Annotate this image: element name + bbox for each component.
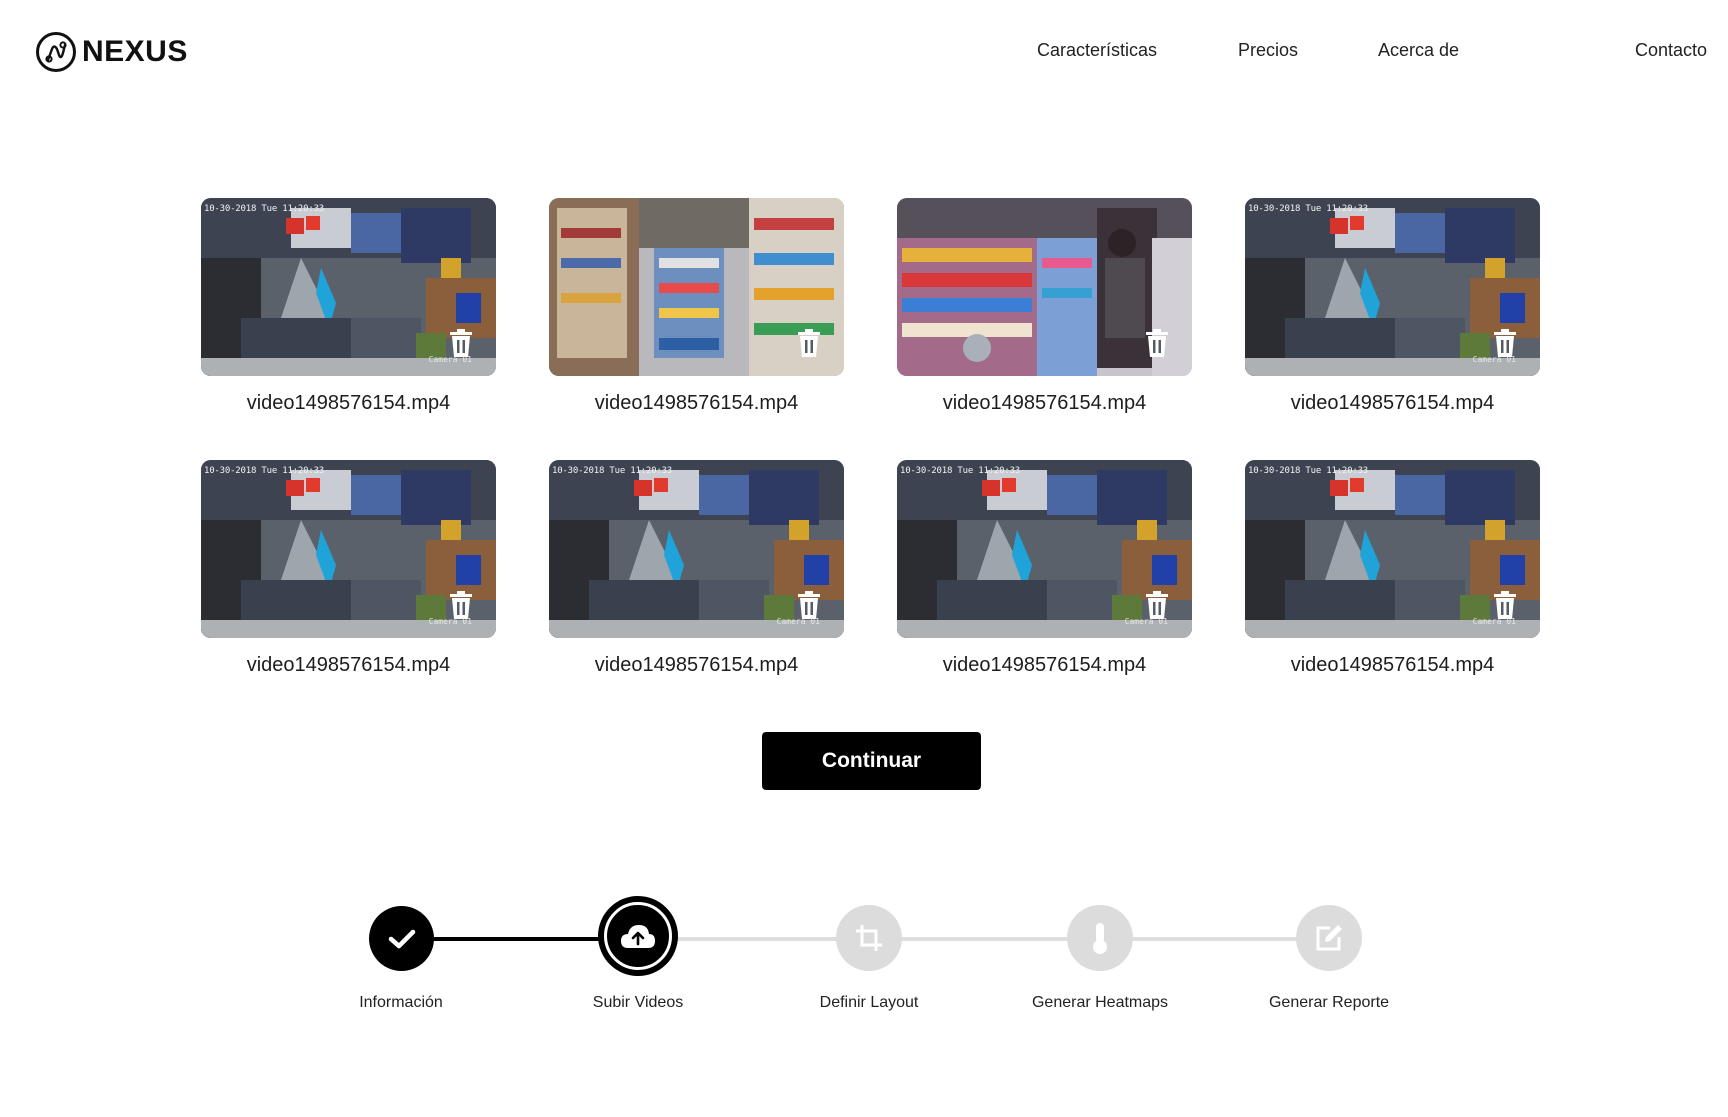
trash-icon[interactable]: [796, 328, 822, 358]
video-card[interactable]: 10-30-2018 Tue 11:20:33 Camera 01 video14…: [549, 460, 844, 682]
brand-name: NEXUS: [82, 35, 188, 68]
video-card[interactable]: video1498576154.mp4: [549, 198, 844, 420]
video-filename: video1498576154.mp4: [1290, 392, 1495, 414]
crop-icon: [856, 925, 882, 951]
nav-item-acerca-de[interactable]: Acerca de: [1378, 40, 1459, 61]
video-filename: video1498576154.mp4: [942, 654, 1147, 676]
video-timestamp: 10-30-2018 Tue 11:20:33: [1248, 204, 1369, 214]
step-label-definir-layout: Definir Layout: [819, 994, 919, 1011]
step-connector-pending: [638, 937, 1336, 941]
step-label-generar-heatmaps: Generar Heatmaps: [1031, 994, 1169, 1011]
nexus-logo-icon: [36, 32, 76, 72]
video-thumbnail[interactable]: 10-30-2018 Tue 11:20:33 Camera 01: [1245, 198, 1540, 376]
video-filename: video1498576154.mp4: [594, 654, 799, 676]
step-label-subir-videos: Subir Videos: [592, 994, 684, 1011]
trash-icon[interactable]: [448, 590, 474, 620]
video-timestamp: 10-30-2018 Tue 11:20:33: [204, 466, 325, 476]
step-subir-videos[interactable]: [598, 896, 678, 976]
video-card[interactable]: 10-30-2018 Tue 11:20:33 Camera 01 video14…: [201, 198, 496, 420]
step-label-informacion: Información: [359, 994, 443, 1011]
step-definir-layout[interactable]: [836, 905, 902, 971]
video-timestamp: 10-30-2018 Tue 11:20:33: [1248, 466, 1369, 476]
trash-icon[interactable]: [1144, 590, 1170, 620]
video-filename: video1498576154.mp4: [246, 654, 451, 676]
trash-icon[interactable]: [1492, 590, 1518, 620]
video-thumbnail[interactable]: [897, 198, 1192, 376]
video-card[interactable]: 10-30-2018 Tue 11:20:33 Camera 01 video14…: [1245, 198, 1540, 420]
page: NEXUS Características Precios Acerca de …: [0, 0, 1728, 1117]
thermometer-icon: [1093, 923, 1107, 954]
trash-icon[interactable]: [1144, 328, 1170, 358]
cloud-upload-icon: [621, 925, 655, 948]
main-nav: Características Precios Acerca de Contac…: [1028, 40, 1728, 70]
edit-icon: [1316, 925, 1342, 951]
video-thumbnail[interactable]: 10-30-2018 Tue 11:20:33 Camera 01: [201, 460, 496, 638]
step-generar-reporte[interactable]: [1296, 905, 1362, 971]
trash-icon[interactable]: [448, 328, 474, 358]
video-timestamp: 10-30-2018 Tue 11:20:33: [552, 466, 673, 476]
video-card[interactable]: 10-30-2018 Tue 11:20:33 Camera 01 video14…: [897, 460, 1192, 682]
video-filename: video1498576154.mp4: [1290, 654, 1495, 676]
video-thumbnail[interactable]: 10-30-2018 Tue 11:20:33 Camera 01: [201, 198, 496, 376]
check-icon: [388, 929, 415, 948]
video-filename: video1498576154.mp4: [594, 392, 799, 414]
nav-item-contacto[interactable]: Contacto: [1635, 40, 1707, 61]
nav-item-caracteristicas[interactable]: Características: [1037, 40, 1157, 61]
step-informacion[interactable]: [369, 906, 434, 971]
video-filename: video1498576154.mp4: [246, 392, 451, 414]
step-generar-heatmaps[interactable]: [1067, 905, 1133, 971]
trash-icon[interactable]: [796, 590, 822, 620]
video-thumbnail[interactable]: [549, 198, 844, 376]
video-card[interactable]: 10-30-2018 Tue 11:20:33 Camera 01 video14…: [201, 460, 496, 682]
video-thumbnail[interactable]: 10-30-2018 Tue 11:20:33 Camera 01: [549, 460, 844, 638]
brand-logo[interactable]: NEXUS: [36, 32, 188, 72]
continue-button[interactable]: Continuar: [762, 732, 981, 790]
nav-item-precios[interactable]: Precios: [1238, 40, 1298, 61]
trash-icon[interactable]: [1492, 328, 1518, 358]
video-grid: 10-30-2018 Tue 11:20:33 Camera 01 video14…: [201, 198, 1540, 682]
video-thumbnail[interactable]: 10-30-2018 Tue 11:20:33 Camera 01: [1245, 460, 1540, 638]
video-timestamp: 10-30-2018 Tue 11:20:33: [900, 466, 1021, 476]
video-card[interactable]: 10-30-2018 Tue 11:20:33 Camera 01 video14…: [1245, 460, 1540, 682]
video-timestamp: 10-30-2018 Tue 11:20:33: [204, 204, 325, 214]
step-label-generar-reporte: Generar Reporte: [1268, 994, 1390, 1011]
video-thumbnail[interactable]: 10-30-2018 Tue 11:20:33 Camera 01: [897, 460, 1192, 638]
video-card[interactable]: video1498576154.mp4: [897, 198, 1192, 420]
video-filename: video1498576154.mp4: [942, 392, 1147, 414]
